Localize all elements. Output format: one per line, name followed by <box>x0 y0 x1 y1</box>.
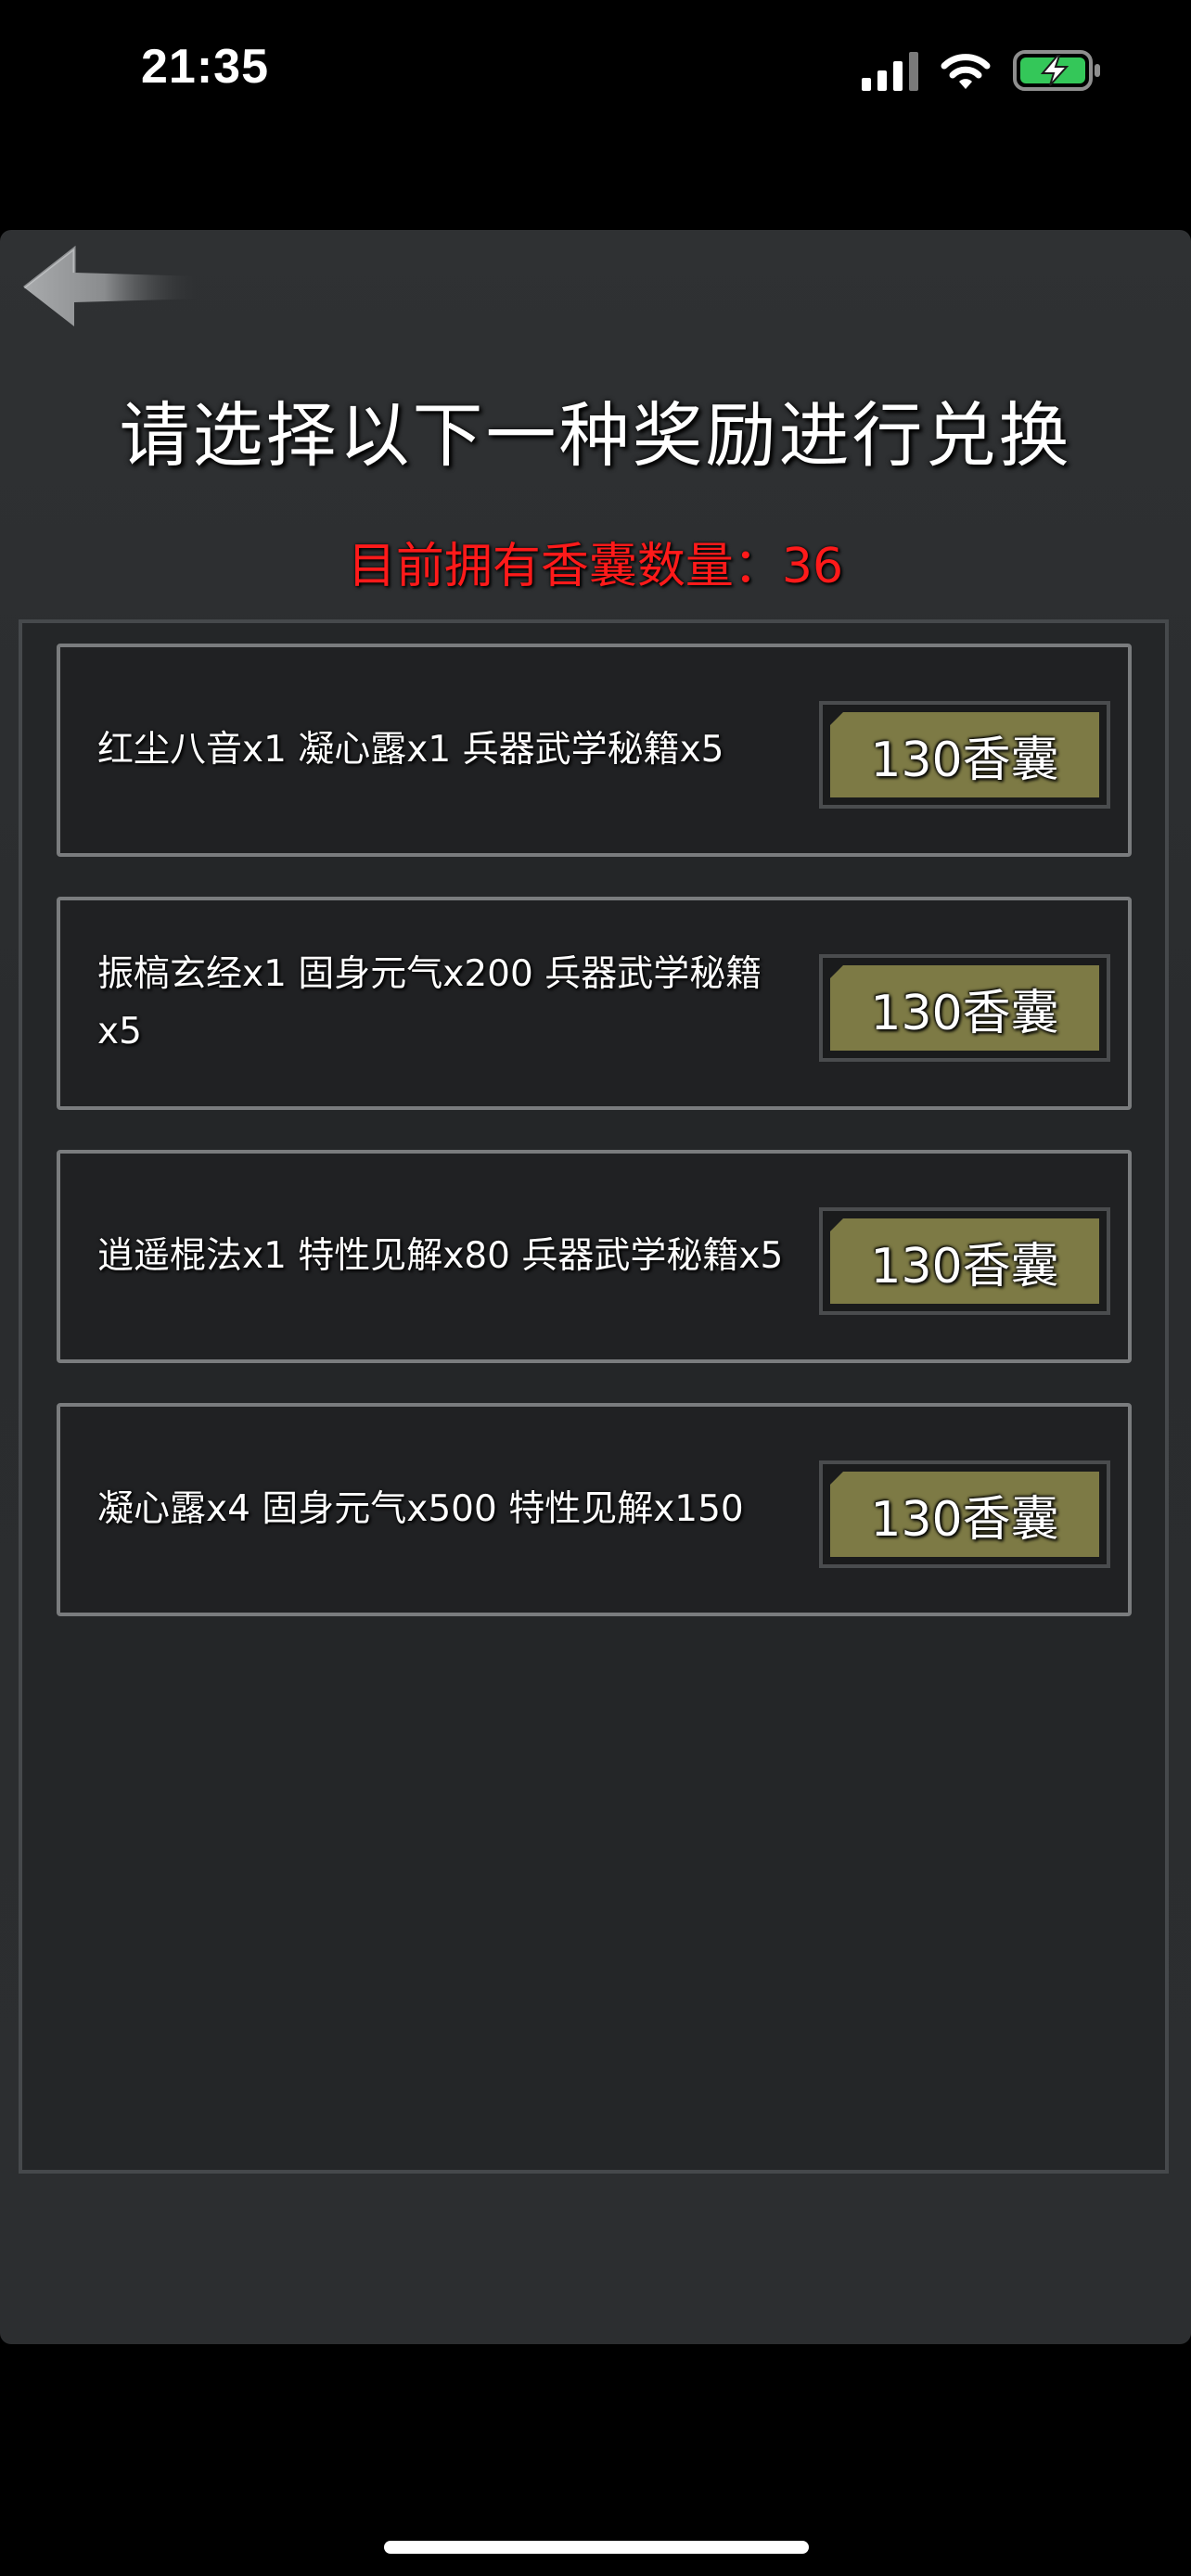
reward-card-1: 红尘八音x1 凝心露x1 兵器武学秘籍x5 130香囊 <box>57 644 1132 857</box>
status-time: 21:35 <box>141 40 269 94</box>
exchange-button[interactable]: 130香囊 <box>819 1207 1110 1315</box>
reward-card-3: 逍遥棍法x1 特性见解x80 兵器武学秘籍x5 130香囊 <box>57 1150 1132 1363</box>
reward-card-2: 振槁玄经x1 固身元气x200 兵器武学秘籍x5 130香囊 <box>57 897 1132 1110</box>
exchange-button[interactable]: 130香囊 <box>819 1460 1110 1568</box>
price-label: 130香囊 <box>870 1491 1059 1548</box>
price-label: 130香囊 <box>870 1238 1059 1294</box>
reward-description: 振槁玄经x1 固身元气x200 兵器武学秘籍x5 <box>97 953 762 1052</box>
battery-charging-icon <box>1013 49 1102 92</box>
status-icons <box>862 45 1102 96</box>
reward-card-4: 凝心露x4 固身元气x500 特性见解x150 130香囊 <box>57 1403 1132 1616</box>
reward-description: 凝心露x4 固身元气x500 特性见解x150 <box>97 1488 744 1530</box>
reward-description: 红尘八音x1 凝心露x1 兵器武学秘籍x5 <box>97 729 724 771</box>
back-arrow-icon <box>23 245 202 326</box>
price-label: 130香囊 <box>870 732 1059 788</box>
exchange-button[interactable]: 130香囊 <box>819 954 1110 1062</box>
price-label: 130香囊 <box>870 985 1059 1041</box>
wifi-icon <box>939 50 992 91</box>
exchange-button[interactable]: 130香囊 <box>819 701 1110 809</box>
sachet-count: 目前拥有香囊数量：36 <box>347 539 844 594</box>
back-button[interactable] <box>20 245 206 330</box>
page-title: 请选择以下一种奖励进行兑换 <box>119 394 1072 477</box>
reward-description: 逍遥棍法x1 特性见解x80 兵器武学秘籍x5 <box>97 1235 784 1277</box>
home-indicator[interactable] <box>384 2541 809 2554</box>
cellular-signal-icon <box>862 50 918 91</box>
